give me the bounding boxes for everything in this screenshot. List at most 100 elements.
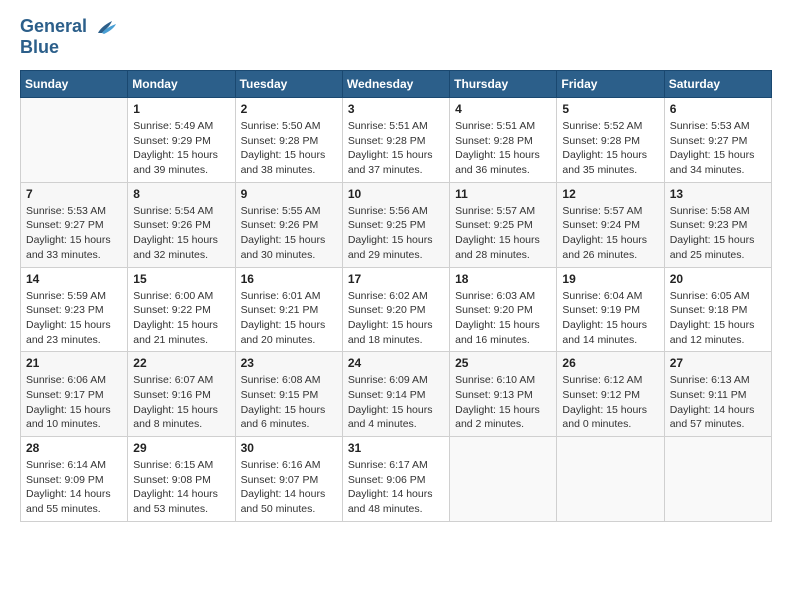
calendar-cell: 15 Sunrise: 6:00 AM Sunset: 9:22 PM Dayli… [128, 267, 235, 352]
day-number: 16 [241, 272, 337, 286]
day-info: Sunrise: 6:09 AM Sunset: 9:14 PM Dayligh… [348, 373, 444, 432]
calendar-cell: 10 Sunrise: 5:56 AM Sunset: 9:25 PM Dayli… [342, 182, 449, 267]
calendar-cell: 20 Sunrise: 6:05 AM Sunset: 9:18 PM Dayli… [664, 267, 771, 352]
calendar-cell: 27 Sunrise: 6:13 AM Sunset: 9:11 PM Dayli… [664, 352, 771, 437]
day-info: Sunrise: 6:01 AM Sunset: 9:21 PM Dayligh… [241, 289, 337, 348]
calendar-cell: 12 Sunrise: 5:57 AM Sunset: 9:24 PM Dayli… [557, 182, 664, 267]
day-info: Sunrise: 5:53 AM Sunset: 9:27 PM Dayligh… [26, 204, 122, 263]
calendar-cell [21, 98, 128, 183]
week-row-2: 7 Sunrise: 5:53 AM Sunset: 9:27 PM Daylig… [21, 182, 772, 267]
day-info: Sunrise: 5:53 AM Sunset: 9:27 PM Dayligh… [670, 119, 766, 178]
day-info: Sunrise: 5:52 AM Sunset: 9:28 PM Dayligh… [562, 119, 658, 178]
weekday-header-wednesday: Wednesday [342, 71, 449, 98]
calendar-cell: 16 Sunrise: 6:01 AM Sunset: 9:21 PM Dayli… [235, 267, 342, 352]
calendar-cell: 25 Sunrise: 6:10 AM Sunset: 9:13 PM Dayli… [450, 352, 557, 437]
day-number: 3 [348, 102, 444, 116]
day-info: Sunrise: 6:10 AM Sunset: 9:13 PM Dayligh… [455, 373, 551, 432]
week-row-3: 14 Sunrise: 5:59 AM Sunset: 9:23 PM Dayli… [21, 267, 772, 352]
day-number: 15 [133, 272, 229, 286]
day-info: Sunrise: 5:51 AM Sunset: 9:28 PM Dayligh… [455, 119, 551, 178]
day-number: 31 [348, 441, 444, 455]
day-info: Sunrise: 5:59 AM Sunset: 9:23 PM Dayligh… [26, 289, 122, 348]
day-number: 27 [670, 356, 766, 370]
day-info: Sunrise: 6:07 AM Sunset: 9:16 PM Dayligh… [133, 373, 229, 432]
day-number: 7 [26, 187, 122, 201]
calendar-cell: 7 Sunrise: 5:53 AM Sunset: 9:27 PM Daylig… [21, 182, 128, 267]
day-number: 17 [348, 272, 444, 286]
day-info: Sunrise: 5:55 AM Sunset: 9:26 PM Dayligh… [241, 204, 337, 263]
calendar-cell: 31 Sunrise: 6:17 AM Sunset: 9:06 PM Dayli… [342, 437, 449, 522]
day-number: 28 [26, 441, 122, 455]
day-info: Sunrise: 6:04 AM Sunset: 9:19 PM Dayligh… [562, 289, 658, 348]
day-number: 21 [26, 356, 122, 370]
calendar-cell: 24 Sunrise: 6:09 AM Sunset: 9:14 PM Dayli… [342, 352, 449, 437]
calendar-cell: 13 Sunrise: 5:58 AM Sunset: 9:23 PM Dayli… [664, 182, 771, 267]
day-info: Sunrise: 5:51 AM Sunset: 9:28 PM Dayligh… [348, 119, 444, 178]
logo-blue: Blue [20, 37, 59, 57]
page-header: General Blue [20, 16, 772, 58]
weekday-header-row: SundayMondayTuesdayWednesdayThursdayFrid… [21, 71, 772, 98]
weekday-header-monday: Monday [128, 71, 235, 98]
day-number: 2 [241, 102, 337, 116]
calendar-cell [664, 437, 771, 522]
calendar-cell: 3 Sunrise: 5:51 AM Sunset: 9:28 PM Daylig… [342, 98, 449, 183]
day-info: Sunrise: 5:54 AM Sunset: 9:26 PM Dayligh… [133, 204, 229, 263]
logo-general: General [20, 16, 87, 36]
day-info: Sunrise: 6:12 AM Sunset: 9:12 PM Dayligh… [562, 373, 658, 432]
day-number: 19 [562, 272, 658, 286]
day-number: 26 [562, 356, 658, 370]
calendar-cell: 6Sunrise: 5:53 AM Sunset: 9:27 PM Daylig… [664, 98, 771, 183]
day-info: Sunrise: 6:15 AM Sunset: 9:08 PM Dayligh… [133, 458, 229, 517]
day-info: Sunrise: 6:00 AM Sunset: 9:22 PM Dayligh… [133, 289, 229, 348]
day-info: Sunrise: 5:50 AM Sunset: 9:28 PM Dayligh… [241, 119, 337, 178]
calendar-cell: 18 Sunrise: 6:03 AM Sunset: 9:20 PM Dayli… [450, 267, 557, 352]
calendar-cell: 11 Sunrise: 5:57 AM Sunset: 9:25 PM Dayli… [450, 182, 557, 267]
day-info: Sunrise: 6:05 AM Sunset: 9:18 PM Dayligh… [670, 289, 766, 348]
day-number: 20 [670, 272, 766, 286]
weekday-header-saturday: Saturday [664, 71, 771, 98]
calendar-cell: 19 Sunrise: 6:04 AM Sunset: 9:19 PM Dayli… [557, 267, 664, 352]
day-number: 11 [455, 187, 551, 201]
day-info: Sunrise: 6:08 AM Sunset: 9:15 PM Dayligh… [241, 373, 337, 432]
day-number: 5 [562, 102, 658, 116]
day-info: Sunrise: 6:14 AM Sunset: 9:09 PM Dayligh… [26, 458, 122, 517]
day-number: 24 [348, 356, 444, 370]
calendar-cell: 28 Sunrise: 6:14 AM Sunset: 9:09 PM Dayli… [21, 437, 128, 522]
calendar-cell: 22 Sunrise: 6:07 AM Sunset: 9:16 PM Dayli… [128, 352, 235, 437]
day-info: Sunrise: 5:57 AM Sunset: 9:24 PM Dayligh… [562, 204, 658, 263]
day-info: Sunrise: 5:56 AM Sunset: 9:25 PM Dayligh… [348, 204, 444, 263]
day-number: 13 [670, 187, 766, 201]
calendar-cell: 30 Sunrise: 6:16 AM Sunset: 9:07 PM Dayli… [235, 437, 342, 522]
calendar-cell [450, 437, 557, 522]
day-number: 14 [26, 272, 122, 286]
day-number: 10 [348, 187, 444, 201]
day-number: 12 [562, 187, 658, 201]
calendar-cell: 1Sunrise: 5:49 AM Sunset: 9:29 PM Daylig… [128, 98, 235, 183]
day-number: 30 [241, 441, 337, 455]
day-info: Sunrise: 5:57 AM Sunset: 9:25 PM Dayligh… [455, 204, 551, 263]
week-row-5: 28 Sunrise: 6:14 AM Sunset: 9:09 PM Dayli… [21, 437, 772, 522]
logo-text: General Blue [20, 16, 118, 58]
weekday-header-friday: Friday [557, 71, 664, 98]
day-number: 18 [455, 272, 551, 286]
week-row-1: 1Sunrise: 5:49 AM Sunset: 9:29 PM Daylig… [21, 98, 772, 183]
day-info: Sunrise: 5:58 AM Sunset: 9:23 PM Dayligh… [670, 204, 766, 263]
calendar-table: SundayMondayTuesdayWednesdayThursdayFrid… [20, 70, 772, 522]
day-info: Sunrise: 6:16 AM Sunset: 9:07 PM Dayligh… [241, 458, 337, 517]
calendar-cell: 2 Sunrise: 5:50 AM Sunset: 9:28 PM Daylig… [235, 98, 342, 183]
day-number: 8 [133, 187, 229, 201]
day-info: Sunrise: 6:13 AM Sunset: 9:11 PM Dayligh… [670, 373, 766, 432]
day-number: 9 [241, 187, 337, 201]
calendar-cell: 17Sunrise: 6:02 AM Sunset: 9:20 PM Dayli… [342, 267, 449, 352]
calendar-cell: 9 Sunrise: 5:55 AM Sunset: 9:26 PM Daylig… [235, 182, 342, 267]
day-number: 23 [241, 356, 337, 370]
day-number: 22 [133, 356, 229, 370]
day-info: Sunrise: 6:03 AM Sunset: 9:20 PM Dayligh… [455, 289, 551, 348]
day-info: Sunrise: 5:49 AM Sunset: 9:29 PM Dayligh… [133, 119, 229, 178]
calendar-cell: 29 Sunrise: 6:15 AM Sunset: 9:08 PM Dayli… [128, 437, 235, 522]
calendar-cell: 4Sunrise: 5:51 AM Sunset: 9:28 PM Daylig… [450, 98, 557, 183]
day-number: 25 [455, 356, 551, 370]
day-number: 29 [133, 441, 229, 455]
day-info: Sunrise: 6:17 AM Sunset: 9:06 PM Dayligh… [348, 458, 444, 517]
week-row-4: 21Sunrise: 6:06 AM Sunset: 9:17 PM Dayli… [21, 352, 772, 437]
